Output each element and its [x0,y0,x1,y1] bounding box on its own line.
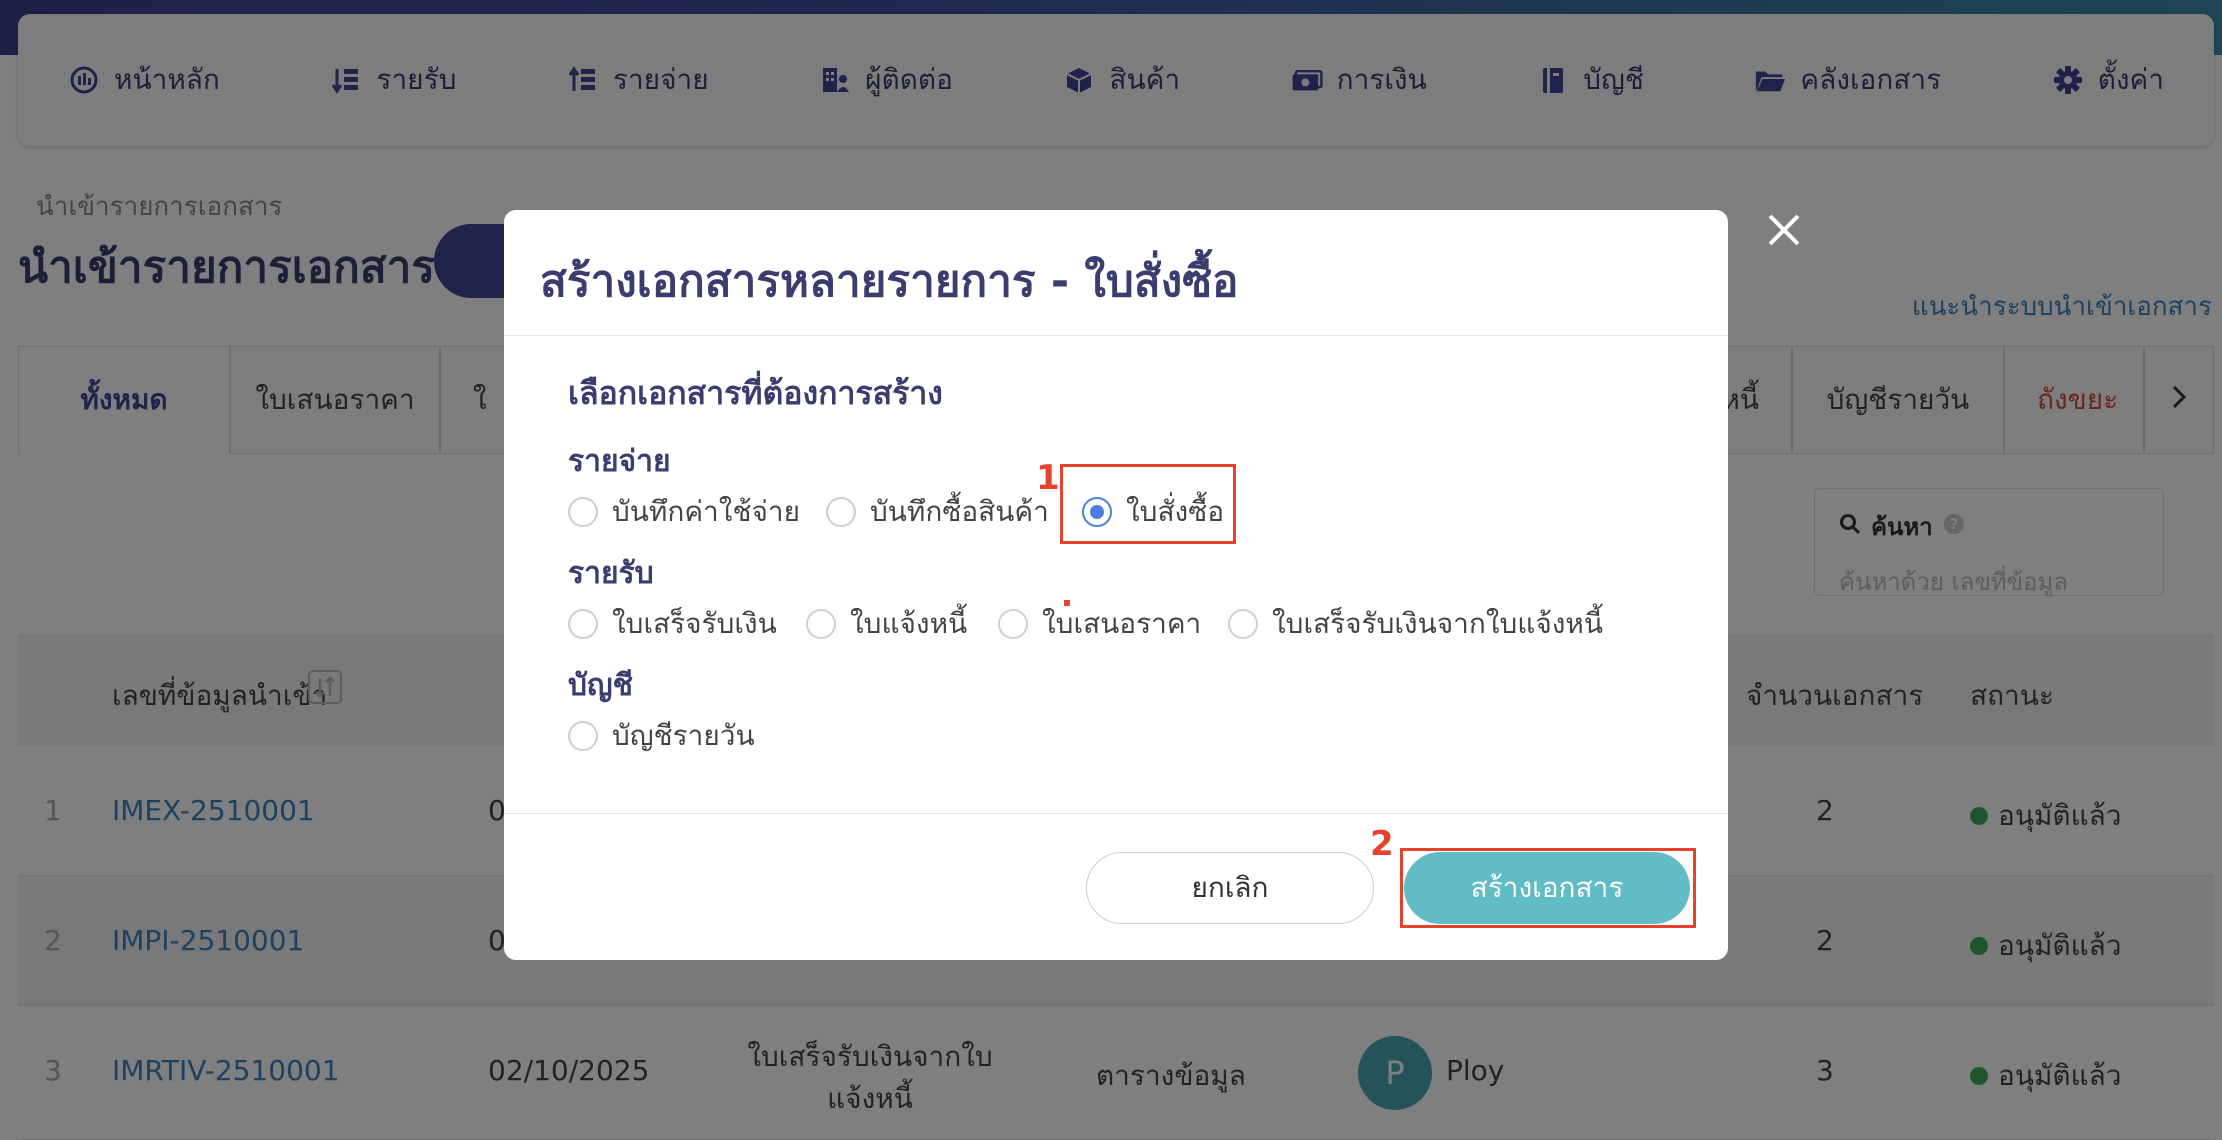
radio-label: ใบสั่งซื้อ [1126,495,1225,528]
radio-receipt[interactable]: ใบเสร็จรับเงิน [568,602,777,646]
close-icon[interactable] [1764,210,1804,250]
step-1-marker: 1 [1036,458,1060,498]
step-2-marker: 2 [1370,824,1394,864]
modal-title: สร้างเอกสารหลายรายการ - ใบสั่งซื้อ [540,256,1239,307]
section-accounting-title: บัญชี [568,668,633,703]
radio-unchecked-icon [568,497,598,527]
radio-unchecked-icon [806,609,836,639]
section-income-title: รายรับ [568,556,654,591]
create-documents-modal: สร้างเอกสารหลายรายการ - ใบสั่งซื้อ เลือก… [504,210,1728,960]
radio-label: บัญชีรายวัน [612,719,755,752]
radio-receipt-from-invoice[interactable]: ใบเสร็จรับเงินจากใบแจ้งหนี้ [1228,602,1603,646]
radio-label: บันทึกค่าใช้จ่าย [612,495,800,528]
radio-label: ใบเสนอราคา [1042,607,1202,640]
radio-unchecked-icon [826,497,856,527]
radio-checked-icon [1082,497,1112,527]
radio-expense-record[interactable]: บันทึกค่าใช้จ่าย [568,490,800,534]
radio-invoice[interactable]: ใบแจ้งหนี้ [806,602,967,646]
radio-label: ใบเสร็จรับเงิน [612,607,777,640]
radio-purchase-record[interactable]: บันทึกซื้อสินค้า [826,490,1049,534]
create-documents-button[interactable]: สร้างเอกสาร [1404,852,1690,924]
cancel-button[interactable]: ยกเลิก [1086,852,1374,924]
section-expense-title: รายจ่าย [568,444,671,479]
radio-journal[interactable]: บัญชีรายวัน [568,714,755,758]
radio-unchecked-icon [998,609,1028,639]
modal-header: สร้างเอกสารหลายรายการ - ใบสั่งซื้อ [504,210,1728,336]
modal-body: เลือกเอกสารที่ต้องการสร้าง รายจ่าย บันทึ… [504,336,1728,814]
radio-label: ใบแจ้งหนี้ [850,607,968,640]
radio-purchase-order[interactable]: ใบสั่งซื้อ [1082,490,1224,534]
radio-quotation[interactable]: ใบเสนอราคา [998,602,1201,646]
modal-subtitle: เลือกเอกสารที่ต้องการสร้าง [568,374,943,412]
radio-label: บันทึกซื้อสินค้า [870,495,1049,528]
radio-unchecked-icon [568,721,598,751]
radio-unchecked-icon [568,609,598,639]
radio-label: ใบเสร็จรับเงินจากใบแจ้งหนี้ [1272,607,1603,640]
radio-unchecked-icon [1228,609,1258,639]
